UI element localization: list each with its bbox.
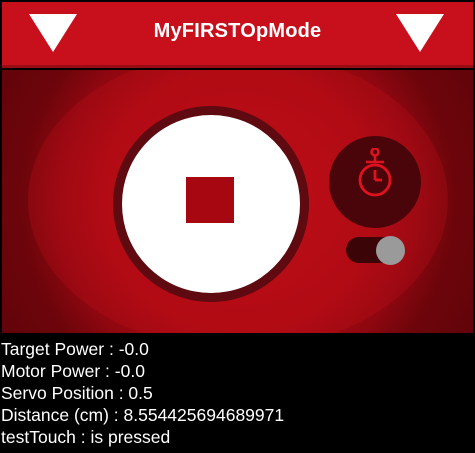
timer-toggle-thumb[interactable] bbox=[376, 236, 405, 265]
telemetry-panel: Target Power : -0.0 Motor Power : -0.0 S… bbox=[1, 338, 471, 448]
opmode-dropdown-right-chevron-down-icon[interactable] bbox=[396, 14, 444, 52]
stopwatch-icon bbox=[358, 148, 392, 197]
app-header: MyFIRSTOpMode bbox=[0, 0, 475, 70]
telemetry-line: Target Power : -0.0 bbox=[1, 339, 149, 359]
telemetry-line: Servo Position : 0.5 bbox=[1, 383, 153, 403]
stop-icon bbox=[186, 177, 234, 223]
telemetry-line: testTouch : is pressed bbox=[1, 427, 171, 447]
telemetry-line: Motor Power : -0.0 bbox=[1, 361, 145, 381]
telemetry-line: Distance (cm) : 8.554425694689971 bbox=[1, 405, 285, 425]
